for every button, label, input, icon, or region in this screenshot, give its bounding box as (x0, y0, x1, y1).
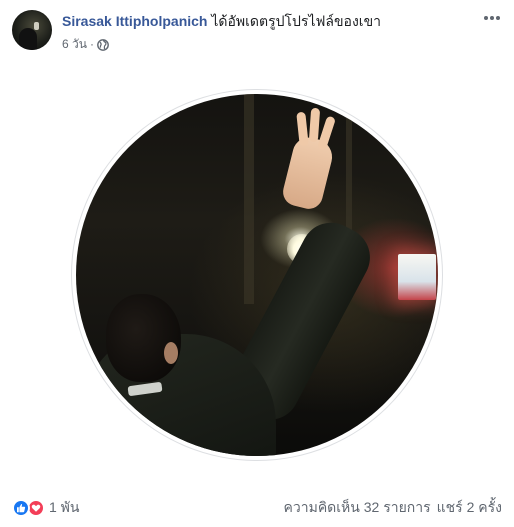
post-timestamp[interactable]: 6 วัน (62, 36, 87, 52)
reaction-count: 1 พัน (49, 499, 80, 515)
more-dot (490, 16, 494, 20)
photo-background-pillar (244, 94, 254, 304)
feed-post: Sirasak Ittipholpanich ได้อัพเดตรูปโปรไฟ… (0, 0, 514, 527)
post-header: Sirasak Ittipholpanich ได้อัพเดตรูปโปรไฟ… (12, 10, 502, 52)
photo-head (106, 294, 181, 382)
more-dot (484, 16, 488, 20)
profile-picture[interactable] (76, 94, 438, 456)
meta-separator: · (89, 37, 94, 51)
reactions-summary[interactable]: 1 พัน (12, 497, 79, 519)
author-avatar[interactable] (12, 10, 52, 50)
photo-ear (164, 342, 178, 364)
avatar-highlight (34, 22, 39, 30)
author-name-link[interactable]: Sirasak Ittipholpanich (62, 13, 207, 29)
post-footer: 1 พัน ความคิดเห็น 32 รายการ แชร์ 2 ครั้ง (12, 496, 502, 520)
comments-count-link[interactable]: ความคิดเห็น 32 รายการ (284, 497, 431, 519)
post-meta: 6 วัน · (62, 36, 109, 52)
photo-finger (308, 107, 321, 143)
post-title-line: Sirasak Ittipholpanich ได้อัพเดตรูปโปรไฟ… (62, 12, 381, 30)
photo-finger (316, 115, 337, 151)
profile-picture-container (0, 58, 514, 488)
photo-background-screen (398, 254, 436, 300)
globe-icon[interactable] (97, 39, 109, 51)
avatar-figure (19, 28, 37, 50)
like-icon (12, 499, 30, 517)
photo-raised-hand (280, 134, 336, 212)
more-dot (496, 16, 500, 20)
engagement-stats: ความคิดเห็น 32 รายการ แชร์ 2 ครั้ง (284, 497, 503, 519)
shares-count-link[interactable]: แชร์ 2 ครั้ง (437, 497, 502, 519)
post-action-text: ได้อัพเดตรูปโปรไฟล์ของเขา (211, 13, 382, 29)
more-options-icon[interactable] (482, 10, 502, 26)
